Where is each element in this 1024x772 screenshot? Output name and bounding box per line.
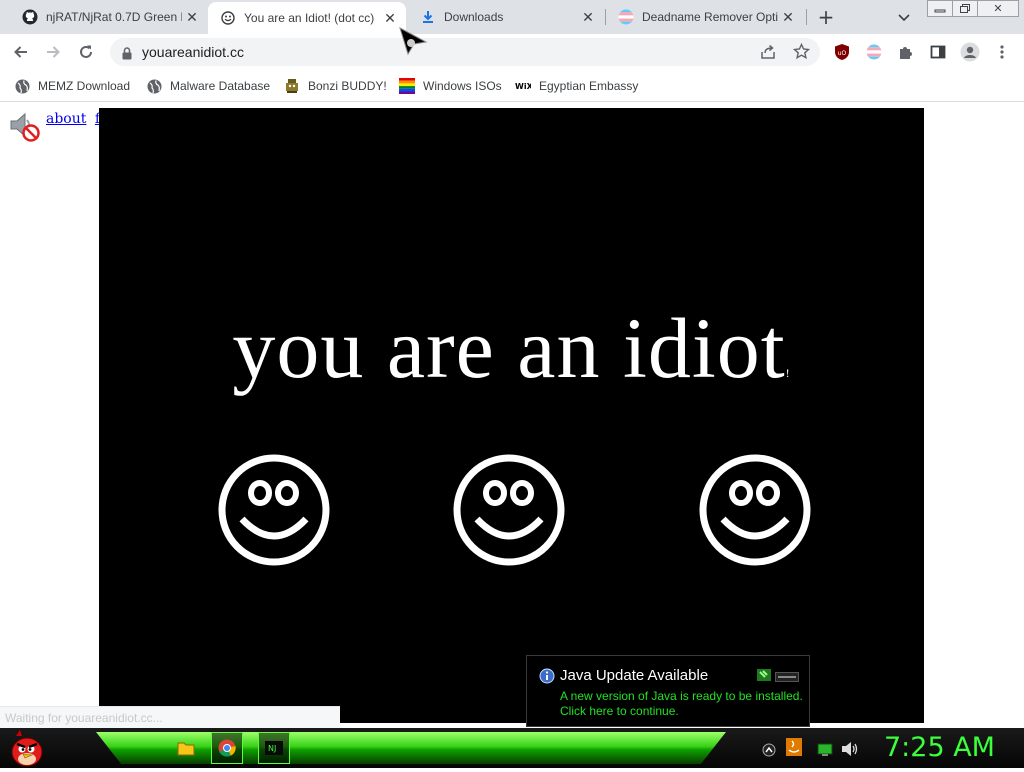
toolbar: youareanidiot.cc uO <box>0 34 1024 70</box>
trans-flag-icon <box>618 9 634 25</box>
bookmark-label: Windows ISOs <box>423 79 502 93</box>
bookmark-label: Malware Database <box>170 79 271 93</box>
web-page: about flash you are an idiot! Waiting fo… <box>0 103 1024 728</box>
close-icon[interactable]: ✕ <box>778 7 798 27</box>
bookmark-bonzi-buddy[interactable]: Bonzi BUDDY! <box>284 76 387 96</box>
tab-title: You are an Idiot! (dot cc) <box>244 11 375 25</box>
globe-icon <box>146 78 162 94</box>
share-icon[interactable] <box>760 44 776 64</box>
headline-text: you are an idiot <box>232 300 786 396</box>
smiley-face-icon <box>453 454 565 566</box>
windows-icon <box>399 78 415 94</box>
popup-close-button[interactable] <box>775 667 799 686</box>
svg-text:NJ: NJ <box>268 744 276 753</box>
svg-text:uO: uO <box>838 50 847 57</box>
bookmark-label: MEMZ Download <box>38 79 131 93</box>
minimize-button[interactable] <box>927 0 953 17</box>
forward-button[interactable] <box>41 40 65 64</box>
smiley-face-icon <box>699 454 811 566</box>
njrat-icon[interactable]: NJ <box>258 732 290 764</box>
java-popup-message[interactable]: A new version of Java is ready to be ins… <box>560 689 803 719</box>
folder-icon[interactable] <box>170 732 202 764</box>
headline: you are an idiot! <box>99 298 924 398</box>
close-icon[interactable]: ✕ <box>182 7 202 27</box>
smiley-icon <box>220 10 236 26</box>
bookmark-label: Bonzi BUDDY! <box>308 79 387 93</box>
bookmark-egyptian-embassy[interactable]: WiX Egyptian Embassy <box>515 76 638 96</box>
chevron-down-icon[interactable] <box>895 8 913 26</box>
lock-icon[interactable] <box>122 45 132 64</box>
flash-stage[interactable]: you are an idiot! <box>99 108 924 723</box>
bookmark-label: Egyptian Embassy <box>539 79 639 93</box>
volume-icon[interactable] <box>841 741 859 761</box>
menu-kebab-icon[interactable] <box>990 40 1014 64</box>
network-icon[interactable] <box>817 742 833 761</box>
bookmarks-bar: MEMZ Download Malware Database Bonzi BUD… <box>0 70 1024 102</box>
tab-youareanidiot[interactable]: You are an Idiot! (dot cc) ✕ <box>208 2 406 34</box>
speaker-muted-icon[interactable] <box>8 110 40 142</box>
tab-title: njRAT/NjRat 0.7D Green E <box>46 10 182 24</box>
tab-deadname-remover[interactable]: Deadname Remover Opti ✕ <box>606 0 804 34</box>
about-link[interactable]: about <box>46 111 86 127</box>
new-tab-button[interactable]: + <box>814 7 838 27</box>
profile-avatar-icon[interactable] <box>958 40 982 64</box>
java-popup-title: Java Update Available <box>560 667 709 684</box>
taskbar-clock[interactable]: 7:25 AM <box>884 732 995 763</box>
tab-title: Deadname Remover Opti <box>642 10 778 24</box>
bookmark-memz[interactable]: MEMZ Download <box>14 76 130 96</box>
java-tray-icon[interactable] <box>786 738 802 760</box>
puzzle-extensions-icon[interactable] <box>894 40 918 64</box>
bookmark-malware-database[interactable]: Malware Database <box>146 76 270 96</box>
java-popup-line2: Click here to continue. <box>560 704 679 718</box>
wix-icon: WiX <box>515 78 531 94</box>
side-panel-icon[interactable] <box>926 40 950 64</box>
tab-separator <box>806 9 807 25</box>
download-icon <box>420 9 436 25</box>
chrome-icon[interactable] <box>211 732 243 764</box>
ublock-icon[interactable]: uO <box>830 40 854 64</box>
tray-expand-icon[interactable] <box>762 742 776 761</box>
java-update-popup[interactable]: Java Update Available A new version of J… <box>526 655 810 727</box>
trans-flag-extension-icon[interactable] <box>862 40 886 64</box>
github-icon <box>22 9 38 25</box>
start-button-angry-bird-icon[interactable] <box>8 728 46 772</box>
close-icon[interactable]: ✕ <box>380 8 400 28</box>
address-bar[interactable]: youareanidiot.cc <box>110 38 820 66</box>
mouse-cursor-icon <box>398 26 428 60</box>
tab-njrat[interactable]: njRAT/NjRat 0.7D Green E ✕ <box>10 0 208 34</box>
status-bubble: Waiting for youareanidiot.cc... <box>0 706 340 728</box>
tab-title: Downloads <box>444 10 504 24</box>
bookmark-windows-isos[interactable]: Windows ISOs <box>399 76 502 96</box>
info-icon <box>539 668 555 684</box>
pin-icon[interactable] <box>757 666 771 685</box>
svg-text:WiX: WiX <box>515 82 531 91</box>
smiley-face-icon <box>218 454 330 566</box>
globe-icon <box>14 78 30 94</box>
tab-strip: njRAT/NjRat 0.7D Green E ✕ You are an Id… <box>0 0 1024 34</box>
bonzi-icon <box>284 78 300 94</box>
taskbar: NJ 7:25 AM <box>0 728 1024 768</box>
java-popup-line1: A new version of Java is ready to be ins… <box>560 689 803 703</box>
tab-downloads[interactable]: Downloads ✕ <box>408 0 604 34</box>
headline-suffix: ! <box>785 366 791 380</box>
restore-button[interactable] <box>952 0 978 17</box>
back-button[interactable] <box>9 40 33 64</box>
bookmark-star-icon[interactable] <box>792 42 811 64</box>
reload-button[interactable] <box>74 40 98 64</box>
close-icon[interactable]: ✕ <box>578 7 598 27</box>
window-close-button[interactable]: ✕ <box>977 0 1019 17</box>
url-text: youareanidiot.cc <box>142 44 244 60</box>
